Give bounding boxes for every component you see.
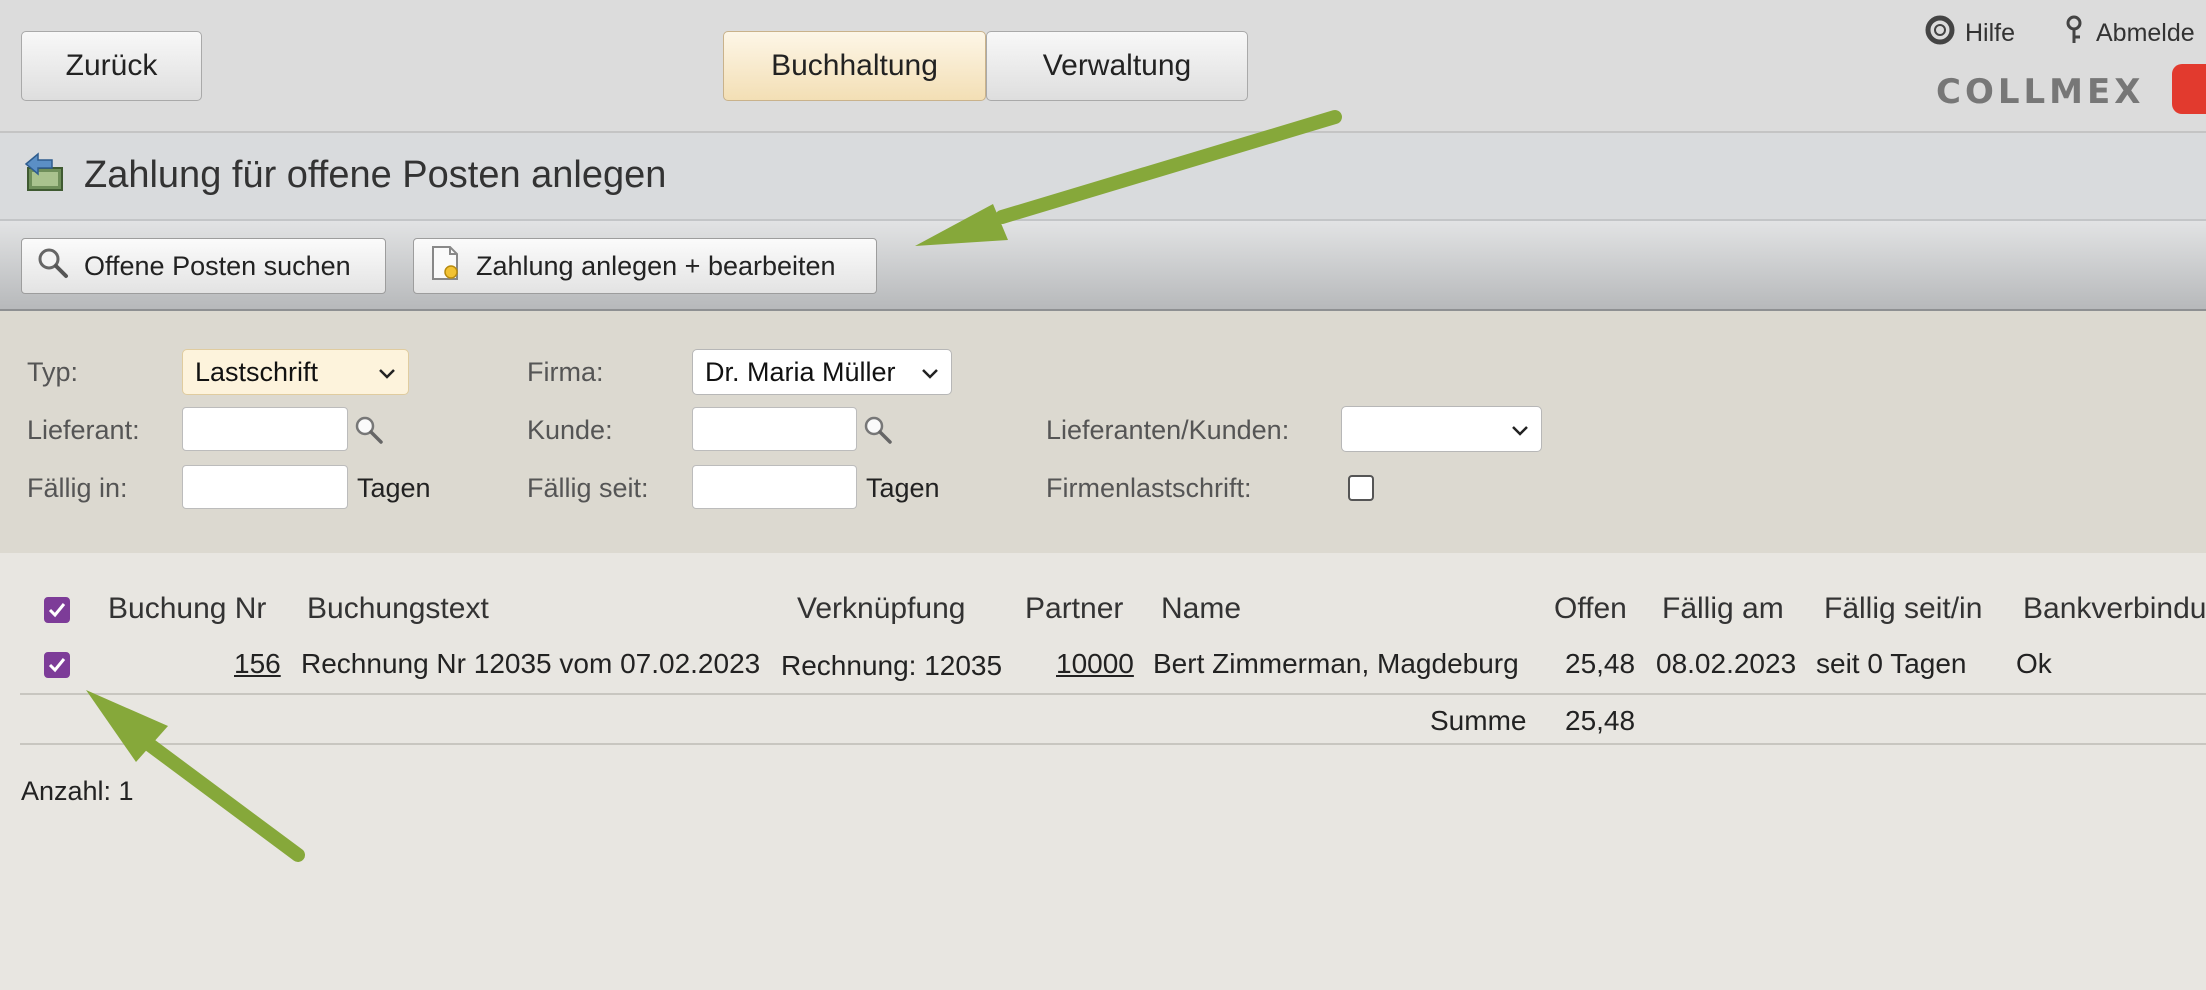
page-title: Zahlung für offene Posten anlegen (84, 154, 667, 196)
back-button[interactable]: Zurück (21, 31, 202, 101)
lieferanten-kunden-label: Lieferanten/Kunden: (1046, 415, 1290, 445)
faellig-in-unit: Tagen (357, 473, 431, 503)
tab-buchhaltung[interactable]: Buchhaltung (723, 31, 986, 101)
help-link[interactable]: Hilfe (1925, 15, 2015, 52)
firmenlastschrift-checkbox[interactable] (1348, 475, 1374, 501)
col-header-name[interactable]: Name (1161, 592, 1241, 626)
faellig-in-input[interactable] (182, 465, 348, 509)
collmex-logo: COLLMEX (1936, 72, 2145, 112)
collmex-logo-mark (2172, 64, 2206, 114)
typ-select[interactable]: Lastschrift (182, 349, 409, 395)
typ-label: Typ: (27, 357, 79, 387)
bankverbindung-cell: Ok (2016, 648, 2052, 679)
payment-icon (22, 150, 68, 199)
lifebuoy-icon (1925, 15, 1955, 52)
kunde-search-icon[interactable] (862, 414, 894, 451)
chevron-down-icon (1509, 417, 1531, 448)
lieferanten-kunden-select[interactable] (1341, 406, 1542, 452)
firma-select[interactable]: Dr. Maria Müller (692, 349, 952, 395)
sum-label: Summe (1430, 705, 1527, 736)
firma-label: Firma: (527, 357, 604, 387)
search-open-items-label: Offene Posten suchen (84, 250, 351, 281)
sum-divider (20, 743, 2206, 745)
sum-value: 25,48 (1565, 705, 1636, 736)
select-all-checkbox[interactable] (44, 597, 70, 623)
search-icon (36, 246, 70, 287)
faellig-in-label: Fällig in: (27, 473, 128, 503)
lieferant-label: Lieferant: (27, 415, 140, 445)
logout-link[interactable]: Abmelde (2064, 15, 2195, 52)
create-payment-button[interactable]: Zahlung anlegen + bearbeiten (413, 238, 877, 294)
col-header-partner[interactable]: Partner (1025, 592, 1123, 626)
arrow-to-row-checkbox (86, 690, 305, 862)
kunde-input[interactable] (692, 407, 857, 451)
name-cell: Bert Zimmerman, Magdeburg (1153, 648, 1519, 679)
count-text: Anzahl: 1 (21, 776, 134, 806)
back-button-label: Zurück (65, 49, 158, 82)
chevron-down-icon (376, 360, 398, 391)
faellig-seit-label: Fällig seit: (527, 473, 649, 503)
partner-link[interactable]: 10000 (1056, 648, 1134, 680)
buchung-nr-link[interactable]: 156 (234, 648, 281, 680)
lieferant-input[interactable] (182, 407, 348, 451)
tab-verwaltung-label: Verwaltung (1042, 49, 1192, 82)
key-icon (2064, 15, 2086, 52)
col-header-buchungstext[interactable]: Buchungstext (307, 592, 489, 626)
help-label: Hilfe (1965, 19, 2016, 47)
buchungstext-cell: Rechnung Nr 12035 vom 07.02.2023 (301, 648, 761, 679)
tab-buchhaltung-label: Buchhaltung (771, 49, 938, 82)
col-header-offen[interactable]: Offen (1554, 592, 1627, 626)
offen-cell: 25,48 (1565, 648, 1636, 679)
faellig-seit-cell: seit 0 Tagen (1816, 648, 1967, 679)
chevron-down-icon (919, 360, 941, 391)
verknuepfung-cell: Rechnung: 12035 (781, 650, 1003, 681)
tab-verwaltung[interactable]: Verwaltung (986, 31, 1248, 101)
kunde-label: Kunde: (527, 415, 613, 445)
faellig-seit-input[interactable] (692, 465, 857, 509)
col-header-verknuepfung[interactable]: Verknüpfung (797, 592, 965, 626)
typ-select-value: Lastschrift (195, 356, 319, 387)
col-header-faellig-am[interactable]: Fällig am (1662, 592, 1784, 626)
firma-select-value: Dr. Maria Müller (705, 356, 896, 387)
row-checkbox[interactable] (44, 652, 70, 678)
firmenlastschrift-label: Firmenlastschrift: (1046, 473, 1252, 503)
row-divider (20, 693, 2206, 695)
col-header-faellig-seit[interactable]: Fällig seit/in (1824, 592, 1982, 626)
faellig-am-cell: 08.02.2023 (1656, 648, 1797, 679)
logout-label: Abmelde (2096, 19, 2195, 47)
col-header-bankverbindung[interactable]: Bankverbindu (2023, 592, 2206, 626)
col-header-buchung-nr[interactable]: Buchung Nr (108, 592, 266, 626)
search-open-items-button[interactable]: Offene Posten suchen (21, 238, 386, 294)
new-document-icon (428, 245, 462, 288)
faellig-seit-unit: Tagen (866, 473, 940, 503)
create-payment-label: Zahlung anlegen + bearbeiten (476, 250, 836, 281)
lieferant-search-icon[interactable] (353, 414, 385, 451)
